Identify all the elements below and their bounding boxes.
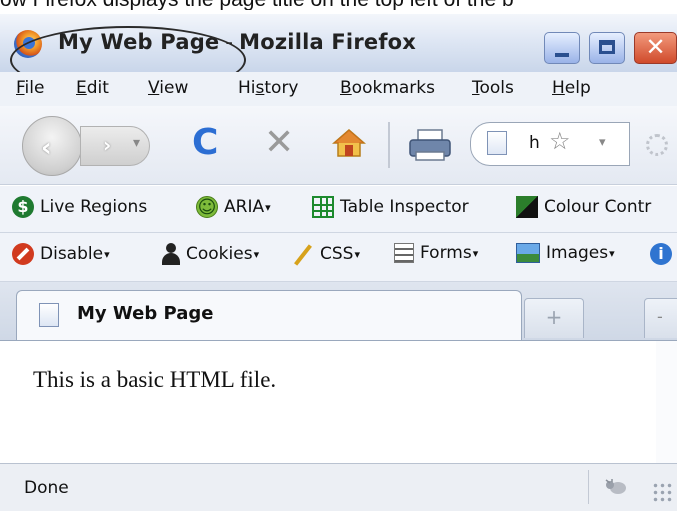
forms-icon: [394, 243, 414, 263]
maximize-icon: [599, 40, 615, 54]
tab-label: My Web Page: [77, 303, 214, 324]
stop-icon[interactable]: ✕: [264, 122, 294, 163]
history-dropdown-icon[interactable]: ▾: [133, 135, 140, 151]
images-icon: [516, 243, 540, 263]
information-button[interactable]: i: [650, 243, 677, 265]
disable-icon: [12, 243, 34, 265]
css-wand-icon: [292, 243, 314, 265]
menu-view[interactable]: View: [148, 78, 188, 98]
live-regions-button[interactable]: $ Live Regions: [12, 196, 147, 218]
tab-list-button[interactable]: -: [644, 298, 677, 338]
cookies-button[interactable]: Cookies▾: [162, 243, 259, 265]
bookmark-star-icon[interactable]: ☆: [549, 127, 571, 155]
menu-bookmarks[interactable]: Bookmarks: [340, 78, 435, 98]
forms-dropdown-icon: ▾: [472, 246, 479, 260]
forward-arrow-icon: ›: [103, 133, 112, 157]
menu-tools[interactable]: Tools: [472, 78, 514, 98]
forward-button[interactable]: › ▾: [80, 126, 150, 166]
print-icon[interactable]: [408, 128, 452, 162]
back-button[interactable]: ‹: [22, 116, 82, 176]
throbber-icon: [646, 134, 668, 156]
status-text: Done: [24, 478, 69, 498]
table-inspector-button[interactable]: Table Inspector: [312, 196, 469, 218]
accessibility-toolbar: $ Live Regions ☺ ARIA▾ Table Inspector Col…: [0, 186, 677, 233]
title-bar: My Web Page - Mozilla Firefox ✕: [0, 14, 677, 94]
web-developer-toolbar: Disable▾ Cookies▾ CSS▾ Forms▾ Images▾ i: [0, 233, 677, 282]
tab-my-web-page[interactable]: My Web Page: [16, 290, 522, 340]
aria-person-icon: ☺: [196, 196, 218, 218]
caption-text: ow Firefox displays the page title on th…: [0, 0, 677, 10]
page-favicon-icon: [487, 131, 507, 155]
live-regions-icon: $: [12, 196, 34, 218]
colour-contrast-button[interactable]: Colour Contr: [516, 196, 651, 218]
minimize-button[interactable]: [544, 32, 580, 64]
menu-file[interactable]: File: [16, 78, 44, 98]
images-button[interactable]: Images▾: [516, 243, 615, 263]
tab-favicon-icon: [39, 303, 59, 327]
menu-edit[interactable]: Edit: [76, 78, 109, 98]
aria-dropdown-icon: ▾: [265, 200, 271, 214]
reload-icon[interactable]: C: [192, 122, 218, 163]
table-icon: [312, 196, 334, 218]
aria-button[interactable]: ☺ ARIA▾: [196, 196, 271, 218]
disable-button[interactable]: Disable▾: [12, 243, 110, 265]
url-bar[interactable]: h ☆ ▾: [470, 122, 630, 166]
cookies-dropdown-icon: ▾: [253, 247, 260, 261]
colour-contrast-icon: [516, 196, 538, 218]
url-input[interactable]: h: [529, 133, 540, 153]
cookies-person-icon: [162, 243, 180, 265]
toolbar-separator: [388, 122, 390, 168]
new-tab-button[interactable]: +: [524, 298, 584, 338]
menu-bar: File Edit View History Bookmarks Tools H…: [0, 72, 677, 107]
css-button[interactable]: CSS▾: [292, 243, 360, 265]
status-bar: Done: [0, 463, 677, 511]
forms-button[interactable]: Forms▾: [394, 243, 478, 263]
css-dropdown-icon: ▾: [354, 247, 360, 261]
disable-dropdown-icon: ▾: [104, 247, 110, 261]
menu-help[interactable]: Help: [552, 78, 591, 98]
content-scroll-area[interactable]: [656, 341, 677, 463]
home-icon[interactable]: [332, 128, 366, 158]
maximize-button[interactable]: [589, 32, 625, 64]
close-button[interactable]: ✕: [634, 32, 677, 64]
info-icon: i: [650, 243, 672, 265]
firebug-icon[interactable]: [604, 478, 630, 496]
back-arrow-icon: ‹: [41, 133, 52, 163]
page-content: This is a basic HTML file.: [0, 341, 677, 463]
page-body-text: This is a basic HTML file.: [33, 367, 277, 392]
resize-grip-icon[interactable]: [652, 482, 674, 504]
close-icon: ✕: [645, 33, 666, 61]
minimize-icon: [555, 53, 569, 57]
images-dropdown-icon: ▾: [609, 246, 615, 260]
status-separator: [588, 470, 589, 504]
menu-history[interactable]: History: [238, 78, 299, 98]
title-app-name: Mozilla Firefox: [239, 30, 417, 54]
tab-strip: My Web Page + -: [0, 282, 677, 341]
url-dropdown-icon[interactable]: ▾: [599, 135, 606, 150]
